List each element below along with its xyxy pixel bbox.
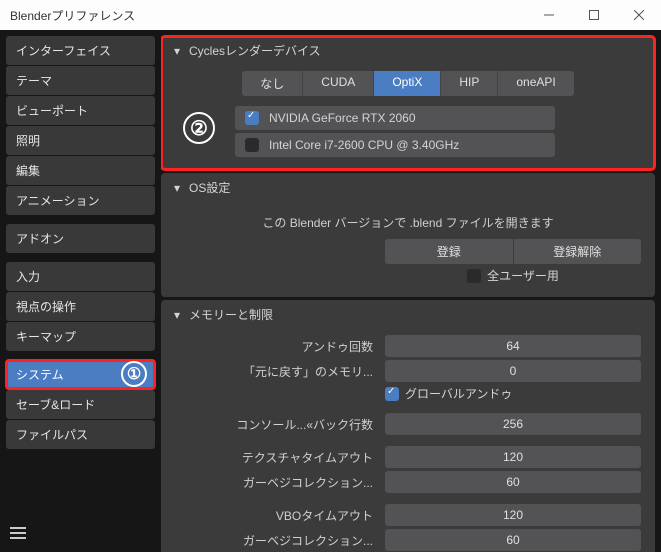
tab-OptiX[interactable]: OptiX	[374, 71, 441, 96]
sidebar-item-システム[interactable]: システム①	[6, 360, 155, 389]
sidebar-item-キーマップ[interactable]: キーマップ	[6, 322, 155, 351]
sidebar-item-編集[interactable]: 編集	[6, 156, 155, 185]
sidebar-item-アニメーション[interactable]: アニメーション	[6, 186, 155, 215]
gc1-field[interactable]: 60	[385, 471, 641, 493]
device-label: Intel Core i7-2600 CPU @ 3.40GHz	[269, 138, 459, 152]
chevron-down-icon: ▾	[171, 181, 183, 195]
device-row[interactable]: NVIDIA GeForce RTX 2060	[235, 106, 555, 130]
annotation-badge-1: ①	[121, 361, 147, 387]
chevron-down-icon: ▾	[171, 308, 183, 322]
all-users-checkbox[interactable]	[467, 269, 481, 283]
titlebar: Blenderプリファレンス	[0, 0, 661, 30]
cycles-panel: ② ▾ Cyclesレンダーデバイス なしCUDAOptiXHIPoneAPI …	[161, 36, 655, 170]
sidebar-item-入力[interactable]: 入力	[6, 262, 155, 291]
maximize-button[interactable]	[571, 0, 616, 30]
memory-panel-header[interactable]: ▾ メモリーと制限	[161, 300, 655, 329]
global-undo-checkbox[interactable]	[385, 387, 399, 401]
console-label: コンソール...«バック行数	[175, 416, 385, 433]
all-users-label: 全ユーザー用	[487, 267, 559, 284]
vbo-label: VBOタイムアウト	[175, 507, 385, 524]
gc2-label: ガーベジコレクション...	[175, 532, 385, 549]
device-label: NVIDIA GeForce RTX 2060	[269, 111, 416, 125]
tex-timeout-field[interactable]: 120	[385, 446, 641, 468]
tab-なし[interactable]: なし	[242, 71, 303, 96]
undo-mem-field[interactable]: 0	[385, 360, 641, 382]
sidebar-item-テーマ[interactable]: テーマ	[6, 66, 155, 95]
annotation-badge-2: ②	[183, 112, 215, 144]
cycles-panel-title: Cyclesレンダーデバイス	[189, 42, 321, 59]
unregister-button[interactable]: 登録解除	[514, 239, 642, 264]
sidebar-item-ビューポート[interactable]: ビューポート	[6, 96, 155, 125]
sidebar-item-ファイルパス[interactable]: ファイルパス	[6, 420, 155, 449]
gc1-label: ガーベジコレクション...	[175, 474, 385, 491]
tex-timeout-label: テクスチャタイムアウト	[175, 449, 385, 466]
sidebar-item-視点の操作[interactable]: 視点の操作	[6, 292, 155, 321]
tab-HIP[interactable]: HIP	[441, 71, 498, 96]
sidebar: インターフェイステーマビューポート照明編集アニメーションアドオン入力視点の操作キ…	[0, 30, 161, 552]
gc2-field[interactable]: 60	[385, 529, 641, 551]
memory-panel-title: メモリーと制限	[189, 306, 273, 323]
undo-steps-field[interactable]: 64	[385, 335, 641, 357]
os-panel-title: OS設定	[189, 179, 230, 196]
os-panel-header[interactable]: ▾ OS設定	[161, 173, 655, 202]
vbo-field[interactable]: 120	[385, 504, 641, 526]
hamburger-menu-icon[interactable]	[10, 524, 26, 542]
register-button[interactable]: 登録	[385, 239, 513, 264]
device-checkbox[interactable]	[245, 138, 259, 152]
sidebar-item-照明[interactable]: 照明	[6, 126, 155, 155]
undo-steps-label: アンドゥ回数	[175, 338, 385, 355]
memory-panel: ▾ メモリーと制限 アンドゥ回数64 「元に戻す」のメモリ...0 グローバルア…	[161, 300, 655, 552]
sidebar-item-アドオン[interactable]: アドオン	[6, 224, 155, 253]
cycles-panel-header[interactable]: ▾ Cyclesレンダーデバイス	[161, 36, 655, 65]
content-area: ② ▾ Cyclesレンダーデバイス なしCUDAOptiXHIPoneAPI …	[161, 30, 661, 552]
tab-CUDA[interactable]: CUDA	[303, 71, 374, 96]
undo-mem-label: 「元に戻す」のメモリ...	[175, 363, 385, 380]
device-checkbox[interactable]	[245, 111, 259, 125]
device-row[interactable]: Intel Core i7-2600 CPU @ 3.40GHz	[235, 133, 555, 157]
sidebar-item-インターフェイス[interactable]: インターフェイス	[6, 36, 155, 65]
console-field[interactable]: 256	[385, 413, 641, 435]
sidebar-item-セーブ&ロード[interactable]: セーブ&ロード	[6, 390, 155, 419]
os-panel: ▾ OS設定 この Blender バージョンで .blend ファイルを開きま…	[161, 173, 655, 297]
chevron-down-icon: ▾	[171, 44, 183, 58]
os-hint: この Blender バージョンで .blend ファイルを開きます	[175, 214, 641, 231]
minimize-button[interactable]	[526, 0, 571, 30]
tab-oneAPI[interactable]: oneAPI	[498, 71, 573, 96]
window-title: Blenderプリファレンス	[10, 7, 526, 24]
cycles-device-tabs: なしCUDAOptiXHIPoneAPI	[175, 71, 641, 96]
global-undo-label: グローバルアンドゥ	[405, 385, 512, 402]
close-button[interactable]	[616, 0, 661, 30]
